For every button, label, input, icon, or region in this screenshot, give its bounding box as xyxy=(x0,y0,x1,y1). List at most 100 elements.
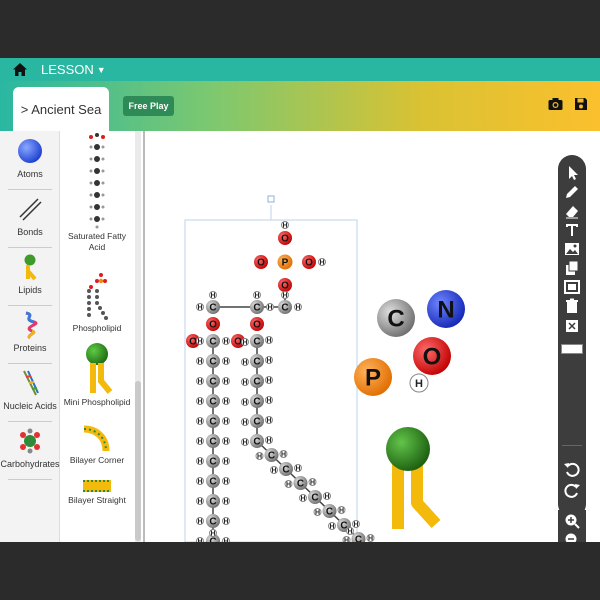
hydrogen-atom[interactable]: H xyxy=(196,357,204,366)
palette-item-bilayer-corner[interactable]: Bilayer Corner xyxy=(60,421,134,466)
hydrogen-atom[interactable]: H xyxy=(265,336,273,345)
palette-item-phospholipid[interactable]: Phospholipid xyxy=(60,269,134,334)
hydrogen-atom[interactable]: H xyxy=(255,452,264,461)
carbon-atom[interactable]: C xyxy=(206,334,220,348)
hydrogen-atom[interactable]: H xyxy=(222,457,230,466)
carbon-atom[interactable]: C xyxy=(206,434,220,448)
hydrogen-atom[interactable]: H xyxy=(196,437,204,446)
hydrogen-atom[interactable]: H xyxy=(284,480,293,489)
pencil-icon[interactable] xyxy=(563,184,581,200)
hydrogen-atom[interactable]: H xyxy=(222,497,230,506)
oxygen-atom[interactable]: O xyxy=(250,317,264,331)
oxygen-atom[interactable]: O xyxy=(302,255,316,269)
palette-item-saturated-fatty-acid[interactable]: Saturated Fatty Acid xyxy=(60,131,134,253)
color-swatch[interactable] xyxy=(561,344,583,354)
carbon-atom[interactable]: C xyxy=(206,494,220,508)
hydrogen-atom[interactable]: H xyxy=(241,378,249,387)
sidebar-item-carbohydrates[interactable]: Carbohydrates xyxy=(0,423,60,479)
oxygen-atom[interactable]: O xyxy=(254,255,268,269)
hydrogen-atom[interactable]: H xyxy=(270,466,278,475)
hydrogen-atom[interactable]: H xyxy=(313,508,322,517)
hydrogen-atom[interactable]: H xyxy=(196,303,204,312)
carbon-atom[interactable]: C xyxy=(206,374,220,388)
carbon-atom[interactable]: C xyxy=(206,394,220,408)
hydrogen-atom[interactable]: H xyxy=(222,337,230,346)
copy-icon[interactable] xyxy=(563,260,581,276)
hydrogen-atom[interactable]: H xyxy=(265,436,273,445)
carbon-atom[interactable]: C xyxy=(250,374,264,388)
carbon-atom[interactable]: C xyxy=(250,334,264,348)
clear-icon[interactable] xyxy=(563,318,581,334)
hydrogen-atom[interactable]: H xyxy=(265,396,273,405)
text-icon[interactable] xyxy=(563,222,581,238)
carbon-atom[interactable]: C xyxy=(250,394,264,408)
hydrogen-atom[interactable]: H xyxy=(196,397,204,406)
hydrogen-atom[interactable]: H xyxy=(196,497,204,506)
hydrogen-atom[interactable]: H xyxy=(222,377,230,386)
carbon-atom[interactable]: C xyxy=(322,504,337,518)
hydrogen-atom[interactable]: H xyxy=(196,417,204,426)
hydrogen-atom[interactable]: H xyxy=(196,337,204,346)
hydrogen-atom[interactable]: H xyxy=(222,437,230,446)
workspace-canvas[interactable]: HOOPOHOHCHCHCHHHOOOOCHHCHHCHHCHHCHHCHHCH… xyxy=(143,131,600,542)
trash-icon[interactable] xyxy=(563,298,581,314)
hydrogen-atom[interactable]: H xyxy=(209,529,217,538)
hydrogen-atom[interactable]: H xyxy=(318,258,326,267)
carbon-atom[interactable]: C xyxy=(206,300,220,314)
undo-icon[interactable] xyxy=(563,461,581,477)
carbon-atom[interactable]: C xyxy=(206,454,220,468)
hydrogen-atom[interactable]: H xyxy=(265,376,273,385)
hydrogen-atom[interactable]: H xyxy=(222,477,230,486)
hydrogen-atom[interactable]: H xyxy=(196,517,204,526)
carbon-atom[interactable]: C xyxy=(377,299,415,337)
sidebar-item-proteins[interactable]: Proteins xyxy=(0,307,60,363)
hydrogen-atom[interactable]: H xyxy=(222,417,230,426)
camera-icon[interactable] xyxy=(548,97,563,111)
carbon-atom[interactable]: C xyxy=(206,354,220,368)
hydrogen-atom[interactable]: H xyxy=(279,450,288,459)
hydrogen-atom[interactable]: H xyxy=(209,291,217,300)
save-icon[interactable] xyxy=(574,97,588,111)
hydrogen-atom[interactable]: H xyxy=(196,457,204,466)
hydrogen-atom[interactable]: H xyxy=(346,527,354,536)
carbon-atom[interactable]: C xyxy=(250,300,264,314)
hydrogen-atom[interactable]: H xyxy=(222,517,230,526)
oxygen-atom[interactable]: O xyxy=(278,231,292,245)
hydrogen-atom[interactable]: H xyxy=(241,338,249,347)
tab-ancient-sea[interactable]: > Ancient Sea xyxy=(13,87,109,131)
zoom-out-icon[interactable] xyxy=(563,532,581,542)
carbon-atom[interactable]: C xyxy=(279,462,293,476)
hydrogen-atom[interactable]: H xyxy=(337,506,346,515)
hydrogen-atom[interactable]: H xyxy=(196,477,204,486)
hydrogen-atom[interactable]: H xyxy=(241,398,249,407)
carbon-atom[interactable]: C xyxy=(206,474,220,488)
sidebar-item-atoms[interactable]: Atoms xyxy=(0,133,60,189)
oxygen-atom[interactable]: O xyxy=(413,337,451,375)
redo-icon[interactable] xyxy=(563,482,581,498)
image-icon[interactable] xyxy=(563,241,581,257)
hydrogen-atom[interactable]: H xyxy=(328,522,336,531)
hydrogen-atom[interactable]: H xyxy=(281,221,289,230)
pointer-icon[interactable] xyxy=(563,165,581,181)
hydrogen-atom[interactable]: H xyxy=(265,356,273,365)
carbon-atom[interactable]: C xyxy=(250,434,264,448)
carbon-atom[interactable]: C xyxy=(278,300,292,314)
hydrogen-atom[interactable]: H xyxy=(294,303,302,312)
hydrogen-atom[interactable]: H xyxy=(299,494,307,503)
carbon-atom[interactable]: C xyxy=(206,414,220,428)
palette-item-mini-phospholipid[interactable]: Mini Phospholipid xyxy=(60,341,134,408)
carbon-atom[interactable]: C xyxy=(250,354,264,368)
palette-scrollbar[interactable] xyxy=(135,131,141,542)
hydrogen-atom[interactable]: H xyxy=(294,464,302,473)
carbon-atom[interactable]: C xyxy=(206,514,220,528)
hydrogen-atom[interactable]: H xyxy=(281,291,289,300)
oxygen-atom[interactable]: O xyxy=(278,278,292,292)
hydrogen-atom[interactable]: H xyxy=(323,492,331,501)
sidebar-item-nucleic-acids[interactable]: Nucleic Acids xyxy=(0,365,60,421)
sidebar-item-lipids[interactable]: Lipids xyxy=(0,249,60,305)
hydrogen-atom[interactable]: H xyxy=(241,438,249,447)
free-play-button[interactable]: Free Play xyxy=(123,96,174,116)
duplicate-icon[interactable] xyxy=(563,279,581,295)
scrollbar-thumb[interactable] xyxy=(135,381,141,541)
oxygen-atom[interactable]: O xyxy=(206,317,220,331)
